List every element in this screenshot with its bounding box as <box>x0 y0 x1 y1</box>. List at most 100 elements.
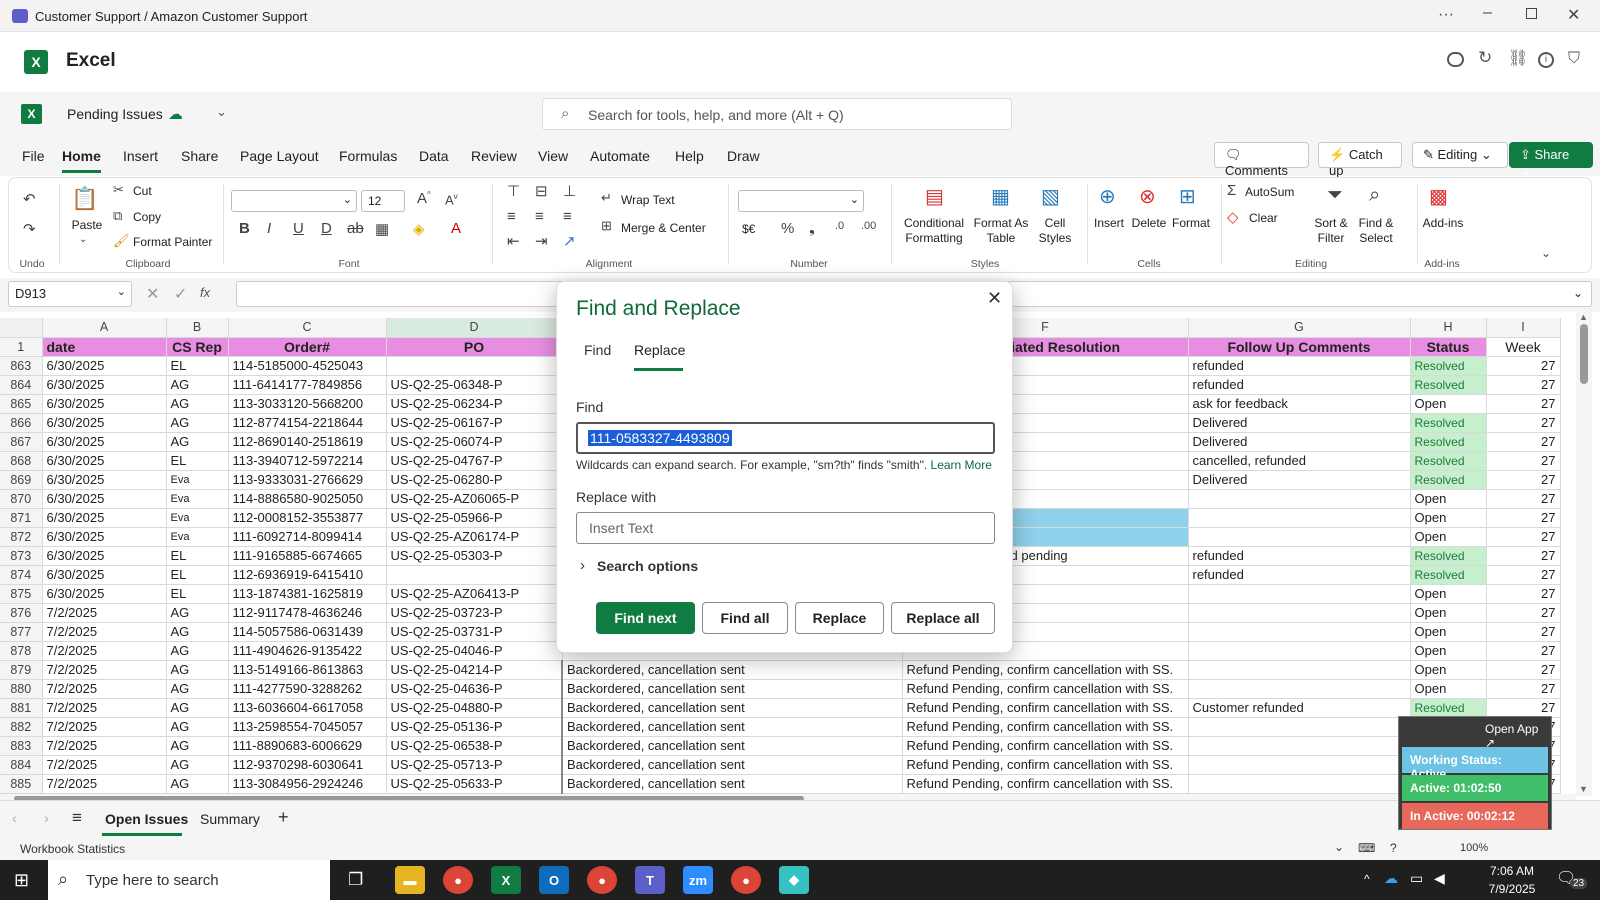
increase-decimal-icon[interactable]: .0 <box>835 220 844 232</box>
cell[interactable]: 114-5057586-0631439 <box>228 622 387 642</box>
cell[interactable]: 6/30/2025 <box>42 451 167 471</box>
cell[interactable]: AG <box>166 755 229 775</box>
cell[interactable]: US-Q2-25-06348-P <box>386 375 563 395</box>
minimize-icon[interactable]: – <box>1483 4 1492 22</box>
cell[interactable]: 27 <box>1486 603 1561 623</box>
cell[interactable]: AG <box>166 736 229 756</box>
find-all-button[interactable]: Find all <box>702 602 788 634</box>
cell[interactable]: 7/2/2025 <box>42 679 167 699</box>
row-number[interactable]: 881 <box>0 698 43 718</box>
cell-styles-button[interactable]: Cell Styles <box>1035 216 1075 246</box>
refresh-icon[interactable]: ↻ <box>1478 48 1492 68</box>
cell[interactable]: 6/30/2025 <box>42 356 167 376</box>
cell[interactable]: 112-8690140-2518619 <box>228 432 387 452</box>
comments-button[interactable]: 🗨 Comments <box>1214 142 1309 178</box>
double-underline-icon[interactable]: D <box>321 220 332 237</box>
windows-start-icon[interactable]: ⊞ <box>14 870 29 891</box>
clock-date[interactable]: 7/9/2025 <box>1482 882 1542 896</box>
cell[interactable]: 27 <box>1486 375 1561 395</box>
share-button[interactable]: ⇪ Share ⌄ <box>1509 142 1593 178</box>
tab-insert[interactable]: Insert <box>123 148 158 164</box>
cell[interactable]: 27 <box>1486 394 1561 414</box>
taskbar-search[interactable]: ⌕ Type here to search <box>48 860 330 900</box>
row-number[interactable]: 869 <box>0 470 43 490</box>
cell[interactable]: 27 <box>1486 527 1561 547</box>
cell[interactable]: 6/30/2025 <box>42 375 167 395</box>
cell[interactable]: US-Q2-25-04046-P <box>386 641 563 661</box>
sheet-tab-open-issues[interactable]: Open Issues <box>105 811 188 827</box>
cell[interactable]: EL <box>166 356 229 376</box>
delete-cells-button[interactable]: Delete <box>1129 216 1169 231</box>
cell[interactable]: US-Q2-25-04767-P <box>386 451 563 471</box>
dialog-close-icon[interactable]: ✕ <box>987 288 1002 309</box>
network-icon[interactable]: ▭ <box>1410 870 1423 887</box>
shield-icon[interactable]: ⛉ <box>1568 50 1580 68</box>
keyboard-icon[interactable]: ⌨ <box>1358 841 1375 855</box>
cell[interactable]: Resolved <box>1410 470 1487 490</box>
chrome-icon[interactable]: ● <box>443 866 473 894</box>
cell[interactable]: AG <box>166 622 229 642</box>
cell[interactable]: 7/2/2025 <box>42 736 167 756</box>
cell[interactable]: 113-2598554-7045057 <box>228 717 387 737</box>
cell[interactable]: 27 <box>1486 489 1561 509</box>
app-diamond-icon[interactable]: ◆ <box>779 866 809 894</box>
next-sheet-icon[interactable]: › <box>44 810 49 826</box>
cell[interactable]: Refund Pending, confirm cancellation wit… <box>902 774 1189 794</box>
fill-color-icon[interactable]: ◈ <box>413 220 425 238</box>
cell[interactable]: US-Q2-25-04880-P <box>386 698 563 718</box>
cell[interactable]: US-Q2-25-03731-P <box>386 622 563 642</box>
search-options-toggle[interactable]: Search options <box>597 558 698 574</box>
cell[interactable]: Eva <box>166 508 229 528</box>
clock-time[interactable]: 7:06 AM <box>1482 864 1542 878</box>
align-right-icon[interactable]: ≡ <box>563 208 572 225</box>
cell[interactable]: Delivered <box>1188 432 1411 452</box>
cell[interactable]: Refund Pending, confirm cancellation wit… <box>902 698 1189 718</box>
replace-button[interactable]: Replace <box>795 602 884 634</box>
cell[interactable]: 113-1874381-1625819 <box>228 584 387 604</box>
teams-taskbar-icon[interactable]: T <box>635 866 665 894</box>
find-select-button[interactable]: Find & Select <box>1353 216 1399 246</box>
cell[interactable]: Open <box>1410 527 1487 547</box>
column-letter-g[interactable]: G <box>1188 318 1411 338</box>
cell[interactable]: US-Q2-25-AZ06413-P <box>386 584 563 604</box>
row-number[interactable]: 870 <box>0 489 43 509</box>
percent-icon[interactable]: % <box>781 220 794 237</box>
cell[interactable]: 111-9165885-6674665 <box>228 546 387 566</box>
column-header[interactable]: Follow Up Comments <box>1188 337 1411 357</box>
add-sheet-icon[interactable]: + <box>278 807 289 828</box>
tab-page-layout[interactable]: Page Layout <box>240 148 319 164</box>
scroll-down-icon[interactable]: ▼ <box>1579 784 1588 794</box>
cell[interactable]: refunded <box>1188 375 1411 395</box>
column-letter-c[interactable]: C <box>228 318 387 338</box>
cell[interactable]: US-Q2-25-04214-P <box>386 660 563 680</box>
cell[interactable]: 7/2/2025 <box>42 755 167 775</box>
cell[interactable]: 27 <box>1486 584 1561 604</box>
cell[interactable]: Backordered, cancellation sent <box>561 698 903 718</box>
cell[interactable]: Backordered, cancellation sent <box>561 717 903 737</box>
cell[interactable]: AG <box>166 660 229 680</box>
catch-up-button[interactable]: ⚡ Catch up <box>1318 142 1402 178</box>
cell[interactable]: 27 <box>1486 508 1561 528</box>
shrink-font-icon[interactable]: Av <box>445 192 458 207</box>
row-number[interactable]: 885 <box>0 774 43 794</box>
cell[interactable]: AG <box>166 432 229 452</box>
cell[interactable]: Open <box>1410 603 1487 623</box>
cell[interactable]: 6/30/2025 <box>42 394 167 414</box>
cell[interactable]: US-Q2-25-05966-P <box>386 508 563 528</box>
cell[interactable]: EL <box>166 565 229 585</box>
search-box[interactable]: ⌕ Search for tools, help, and more (Alt … <box>542 98 1012 130</box>
cell[interactable]: 6/30/2025 <box>42 470 167 490</box>
cell[interactable] <box>1188 584 1411 604</box>
decrease-decimal-icon[interactable]: .00 <box>861 220 876 232</box>
tab-find[interactable]: Find <box>584 342 611 358</box>
document-name[interactable]: Pending Issues <box>67 106 163 122</box>
row-number[interactable]: 868 <box>0 451 43 471</box>
bold-icon[interactable]: B <box>239 220 250 237</box>
align-top-icon[interactable]: ⊤ <box>507 182 520 200</box>
cell[interactable]: AG <box>166 679 229 699</box>
cell[interactable]: 27 <box>1486 451 1561 471</box>
cell[interactable]: EL <box>166 546 229 566</box>
chevron-right-icon[interactable]: › <box>580 557 585 574</box>
column-letter-a[interactable]: A <box>42 318 167 338</box>
onedrive-icon[interactable]: ☁ <box>1384 870 1398 887</box>
